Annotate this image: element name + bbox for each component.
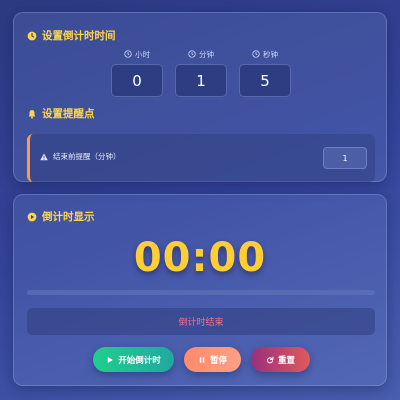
minutes-field: 分钟: [175, 48, 227, 97]
hours-field: 小时: [111, 48, 163, 97]
progress-bar: [27, 290, 375, 295]
status-message: 倒计时结束: [27, 308, 375, 335]
hours-input[interactable]: [111, 64, 163, 97]
seconds-label-text: 秒钟: [263, 49, 278, 59]
hours-label-text: 小时: [135, 49, 150, 59]
seconds-label: 秒钟: [239, 48, 291, 60]
reminder-label-text: 结束前提醒（分钟）: [53, 152, 121, 161]
settings-section-title: 设置倒计时时间: [27, 28, 116, 43]
minutes-label: 分钟: [175, 48, 227, 60]
pause-icon: [199, 356, 205, 363]
clock-icon: [27, 31, 37, 40]
reminder-section-title: 设置提醒点: [27, 106, 95, 121]
clock-icon: [188, 50, 196, 58]
play-circle-icon: [27, 212, 37, 221]
reminder-minutes-input[interactable]: [323, 147, 367, 169]
reset-button-label: 重置: [277, 355, 295, 366]
bell-icon: [28, 109, 36, 119]
clock-icon: [252, 50, 260, 58]
display-section-title: 倒计时显示: [27, 209, 95, 224]
countdown-display-card: 倒计时显示 00:00 倒计时结束 开始倒计时 暂停 重置: [13, 194, 387, 386]
play-icon: [107, 356, 113, 363]
display-title-text: 倒计时显示: [42, 211, 95, 223]
start-countdown-button[interactable]: 开始倒计时: [93, 347, 174, 372]
reset-button[interactable]: 重置: [251, 347, 310, 372]
countdown-timer: 00:00: [133, 235, 267, 281]
pause-button-label: 暂停: [209, 355, 227, 366]
reminder-title-text: 设置提醒点: [42, 108, 95, 120]
minutes-label-text: 分钟: [199, 49, 214, 59]
hours-label: 小时: [111, 48, 163, 60]
reminder-row: 结束前提醒（分钟）: [27, 134, 375, 182]
clock-icon: [124, 50, 132, 58]
pause-button[interactable]: 暂停: [184, 347, 241, 372]
seconds-field: 秒钟: [239, 48, 291, 97]
start-button-label: 开始倒计时: [118, 355, 161, 366]
settings-title-text: 设置倒计时时间: [42, 30, 116, 42]
warning-icon: [40, 153, 48, 160]
seconds-input[interactable]: [239, 64, 291, 97]
redo-icon: [267, 356, 274, 363]
minutes-input[interactable]: [175, 64, 227, 97]
countdown-settings-card: 设置倒计时时间 小时 分钟 秒钟: [13, 12, 387, 182]
reminder-label: 结束前提醒（分钟）: [40, 151, 121, 162]
